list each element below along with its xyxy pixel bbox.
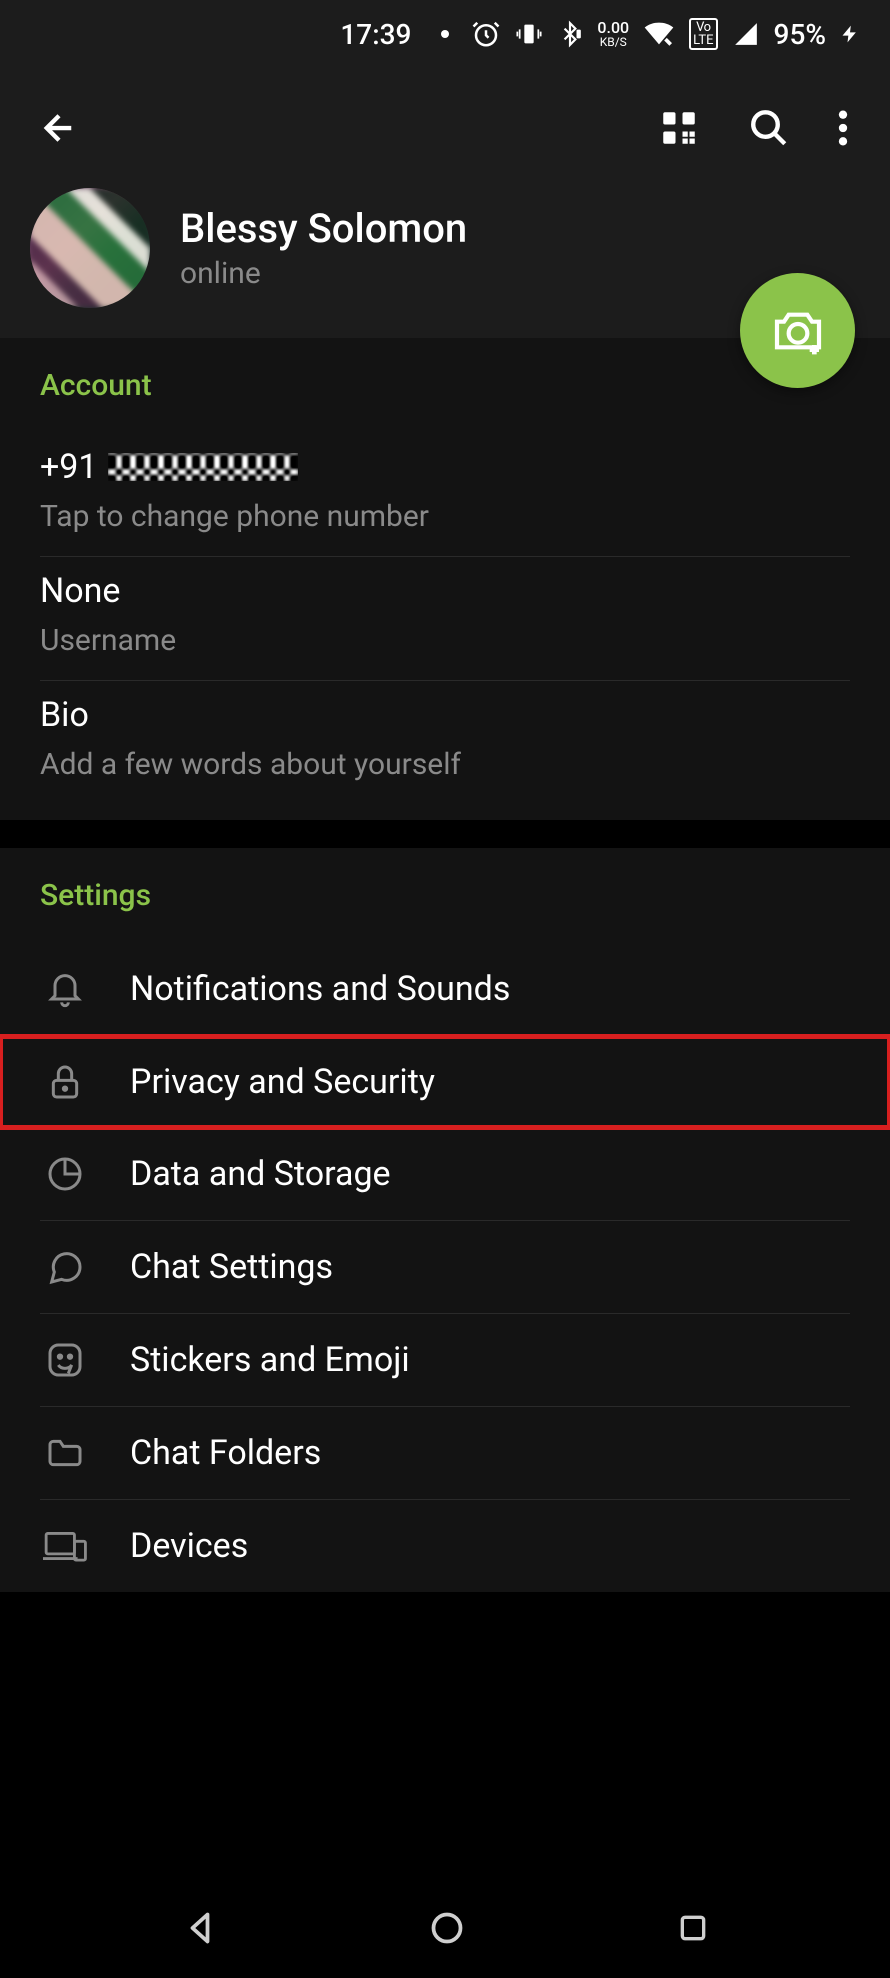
phone-label: Tap to change phone number [40,499,850,534]
more-options-button[interactable] [826,95,860,161]
settings-label: Privacy and Security [130,1062,435,1102]
network-speed: 0.00 KB/S [597,20,629,48]
username-item[interactable]: None Username [40,557,850,681]
settings-section-title: Settings [40,878,850,913]
nav-recents-button[interactable] [647,1902,739,1954]
toolbar [0,68,890,188]
profile-name: Blessy Solomon [180,205,467,252]
profile-status: online [180,256,467,291]
devices-icon [40,1526,90,1566]
phone-number-item[interactable]: +91 Tap to change phone number [40,433,850,557]
settings-label: Chat Folders [130,1433,321,1473]
status-bar: 17:39 0.00 KB/S Vo LTE 95% [0,0,890,68]
navigation-bar [0,1878,890,1978]
bio-value: Bio [40,695,850,735]
settings-item-chat-settings[interactable]: Chat Settings [40,1221,850,1314]
profile-header: Blessy Solomon online [0,188,890,338]
charging-icon [840,18,860,50]
nav-back-button[interactable] [152,1900,248,1956]
settings-label: Stickers and Emoji [130,1340,410,1380]
alarm-icon [471,19,501,49]
account-section: Account +91 Tap to change phone number N… [0,338,890,820]
signal-icon [732,21,760,47]
settings-label: Devices [130,1526,248,1566]
bio-label: Add a few words about yourself [40,747,850,782]
settings-section: Settings Notifications and Sounds Privac… [0,848,890,1592]
status-time: 17:39 [340,18,411,51]
username-label: Username [40,623,850,658]
phone-number-redacted [108,453,298,481]
wifi-icon [643,21,675,47]
bell-icon [40,969,90,1009]
settings-item-data-storage[interactable]: Data and Storage [40,1128,850,1221]
chat-bubble-icon [40,1247,90,1287]
vibrate-icon [515,20,543,48]
back-button[interactable] [30,99,88,157]
status-dot-icon [441,30,449,38]
username-value: None [40,571,850,611]
folder-icon [40,1433,90,1473]
volte-icon: Vo LTE [689,18,717,50]
bluetooth-icon [557,19,583,49]
bio-item[interactable]: Bio Add a few words about yourself [40,681,850,790]
settings-item-privacy[interactable]: Privacy and Security [0,1036,890,1128]
change-photo-button[interactable] [740,273,855,388]
settings-label: Notifications and Sounds [130,969,510,1009]
settings-label: Data and Storage [130,1154,391,1194]
account-section-title: Account [40,368,850,403]
phone-prefix: +91 [40,447,98,487]
settings-label: Chat Settings [130,1247,333,1287]
lock-icon [40,1062,90,1102]
settings-item-devices[interactable]: Devices [40,1500,850,1592]
settings-item-notifications[interactable]: Notifications and Sounds [40,943,850,1036]
nav-home-button[interactable] [399,1900,495,1956]
settings-item-chat-folders[interactable]: Chat Folders [40,1407,850,1500]
avatar[interactable] [30,188,150,308]
settings-item-stickers[interactable]: Stickers and Emoji [40,1314,850,1407]
pie-chart-icon [40,1154,90,1194]
battery-percentage: 95% [774,18,826,51]
search-button[interactable] [736,95,802,161]
qr-code-button[interactable] [646,95,712,161]
sticker-icon [40,1340,90,1380]
